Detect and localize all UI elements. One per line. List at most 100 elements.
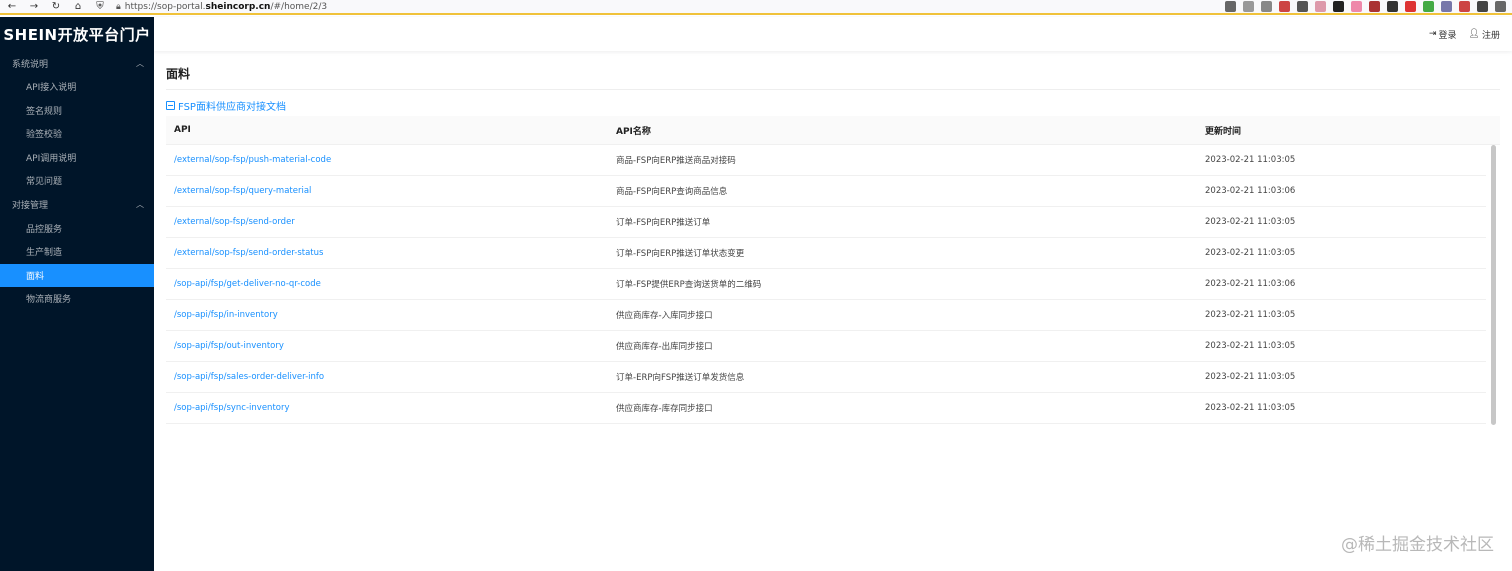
doc-link[interactable]: FSP面料供应商对接文档 [166, 98, 1500, 113]
table-row: /sop-api/fsp/get-deliver-no-qr-code 订单-F… [166, 269, 1486, 300]
table-body: /external/sop-fsp/push-material-code 商品-… [166, 145, 1500, 424]
url-path: /#/home/2/3 [270, 1, 328, 12]
api-path-link[interactable]: /sop-api/fsp/sales-order-deliver-info [166, 372, 608, 382]
sidebar-item-production[interactable]: 生产制造 [0, 240, 154, 264]
extension-icon[interactable] [1459, 1, 1470, 12]
forward-icon[interactable]: → [28, 0, 40, 13]
api-name: 商品-FSP向ERP查询商品信息 [616, 187, 728, 197]
table-header: API API名称 更新时间 [166, 116, 1500, 145]
updated-time: 2023-02-21 11:03:05 [1205, 310, 1296, 320]
extension-icon[interactable] [1405, 1, 1416, 12]
menu-group-label: 系统说明 [12, 59, 49, 70]
qr-icon[interactable] [1225, 1, 1236, 12]
chevron-up-icon: ︿ [136, 200, 144, 209]
pocket-icon[interactable] [1279, 1, 1290, 12]
extension-icon[interactable] [1441, 1, 1452, 12]
api-path-link[interactable]: /sop-api/fsp/get-deliver-no-qr-code [166, 279, 608, 289]
api-name: 订单-ERP向FSP推送订单发货信息 [616, 373, 745, 383]
updated-time: 2023-02-21 11:03:05 [1205, 403, 1296, 413]
reload-icon[interactable]: ↻ [50, 0, 62, 13]
chevron-up-icon: ︿ [136, 58, 144, 68]
sidebar-item-sign-rules[interactable]: 签名规则 [0, 99, 154, 123]
table-row: /external/sop-fsp/query-material 商品-FSP向… [166, 176, 1486, 207]
logo: SHEIN开放平台门户 [3, 25, 151, 44]
extension-icon[interactable] [1423, 1, 1434, 12]
api-name: 供应商库存-入库同步接口 [616, 311, 713, 321]
account-icon[interactable] [1261, 1, 1272, 12]
api-path-link[interactable]: /external/sop-fsp/send-order [166, 217, 608, 227]
menu-group-label: 对接管理 [12, 201, 49, 211]
star-icon[interactable] [1243, 1, 1254, 12]
api-path-link[interactable]: /sop-api/fsp/out-inventory [166, 341, 608, 351]
main-content: 面料 FSP面料供应商对接文档 API API名称 更新时间 /external… [154, 51, 1512, 571]
extension-icon[interactable] [1369, 1, 1380, 12]
login-button[interactable]: ⇥ 登录 [1429, 28, 1457, 41]
api-name: 供应商库存-出库同步接口 [616, 342, 713, 352]
updated-time: 2023-02-21 11:03:06 [1205, 279, 1296, 289]
updated-time: 2023-02-21 11:03:06 [1205, 186, 1296, 196]
extensions-bar [1225, 1, 1506, 12]
table-row: /external/sop-fsp/push-material-code 商品-… [166, 145, 1486, 176]
shield-icon[interactable]: ⛨ [94, 0, 106, 13]
menu-icon[interactable] [1495, 1, 1506, 12]
register-label: 注册 [1481, 30, 1500, 41]
table-row: /sop-api/fsp/sync-inventory 供应商库存-库存同步接口… [166, 393, 1486, 424]
extensions-icon[interactable] [1477, 1, 1488, 12]
lock-icon: 🔒︎ [116, 1, 121, 12]
table-row: /sop-api/fsp/sales-order-deliver-info 订单… [166, 362, 1486, 393]
updated-time: 2023-02-21 11:03:05 [1205, 217, 1296, 227]
updated-time: 2023-02-21 11:03:05 [1205, 248, 1296, 258]
sidebar-item-faq[interactable]: 常见问题 [0, 169, 154, 193]
api-path-link[interactable]: /sop-api/fsp/in-inventory [166, 310, 608, 320]
url-domain: sheincorp.cn [205, 1, 271, 12]
api-name: 商品-FSP向ERP推送商品对接码 [616, 156, 736, 166]
table-scrollbar[interactable] [1491, 145, 1496, 425]
download-icon[interactable] [1297, 1, 1308, 12]
extension-icon[interactable] [1333, 1, 1344, 12]
menu-group-integration[interactable]: 对接管理 ︿ [0, 193, 154, 217]
api-name: 订单-FSP提供ERP查询送货单的二维码 [616, 280, 762, 290]
column-header-updated: 更新时间 [1205, 126, 1242, 137]
sidebar-item-sign-verify[interactable]: 验签校验 [0, 122, 154, 146]
register-button[interactable]: 👤︎ 注册 [1469, 28, 1500, 41]
sidebar-item-fabric[interactable]: 面料 [0, 263, 154, 287]
table-row: /sop-api/fsp/out-inventory 供应商库存-出库同步接口 … [166, 331, 1486, 362]
sidebar: SHEIN开放平台门户 系统说明 ︿ API接入说明 签名规则 验签校验 API… [0, 17, 154, 571]
top-header: ⇥ 登录 👤︎ 注册 [154, 17, 1512, 51]
api-path-link[interactable]: /external/sop-fsp/query-material [166, 186, 608, 196]
extension-icon[interactable] [1315, 1, 1326, 12]
menu-group-system[interactable]: 系统说明 ︿ [0, 51, 154, 75]
updated-time: 2023-02-21 11:03:05 [1205, 341, 1296, 351]
api-name: 订单-FSP向ERP推送订单 [616, 218, 711, 228]
table-row: /external/sop-fsp/send-order 订单-FSP向ERP推… [166, 207, 1486, 238]
api-name: 供应商库存-库存同步接口 [616, 404, 713, 414]
extension-icon[interactable] [1351, 1, 1362, 12]
column-header-api: API [174, 125, 191, 135]
api-path-link[interactable]: /external/sop-fsp/send-order-status [166, 248, 608, 258]
sidebar-item-quality[interactable]: 品控服务 [0, 217, 154, 241]
home-icon[interactable]: ⌂ [72, 0, 84, 13]
login-label: 登录 [1438, 30, 1457, 41]
sidebar-item-api-call[interactable]: API调用说明 [0, 146, 154, 170]
browser-toolbar: ← → ↻ ⌂ ⛨ 🔒︎ https://sop-portal.sheincor… [0, 0, 1512, 15]
api-path-link[interactable]: /external/sop-fsp/push-material-code [166, 155, 608, 165]
edit-doc-icon [166, 100, 175, 110]
sidebar-item-logistics[interactable]: 物流商服务 [0, 287, 154, 311]
column-header-name: API名称 [616, 126, 651, 137]
table-row: /sop-api/fsp/in-inventory 供应商库存-入库同步接口 2… [166, 300, 1486, 331]
url-prefix: https://sop-portal. [124, 1, 206, 12]
user-add-icon: 👤︎ [1468, 29, 1480, 39]
login-icon: ⇥ [1428, 29, 1437, 39]
sidebar-item-api-access[interactable]: API接入说明 [0, 75, 154, 99]
api-table: API API名称 更新时间 /external/sop-fsp/push-ma… [166, 116, 1500, 426]
back-icon[interactable]: ← [6, 0, 18, 13]
updated-time: 2023-02-21 11:03:05 [1205, 372, 1296, 382]
table-row: /external/sop-fsp/send-order-status 订单-F… [166, 238, 1486, 269]
doc-link-label: FSP面料供应商对接文档 [178, 101, 286, 113]
api-name: 订单-FSP向ERP推送订单状态变更 [616, 249, 745, 259]
extension-icon[interactable] [1387, 1, 1398, 12]
api-path-link[interactable]: /sop-api/fsp/sync-inventory [166, 403, 608, 413]
watermark: @稀土掘金技术社区 [1341, 535, 1494, 555]
address-bar[interactable]: 🔒︎ https://sop-portal.sheincorp.cn/#/hom… [116, 2, 327, 12]
page-title: 面料 [166, 65, 1500, 90]
